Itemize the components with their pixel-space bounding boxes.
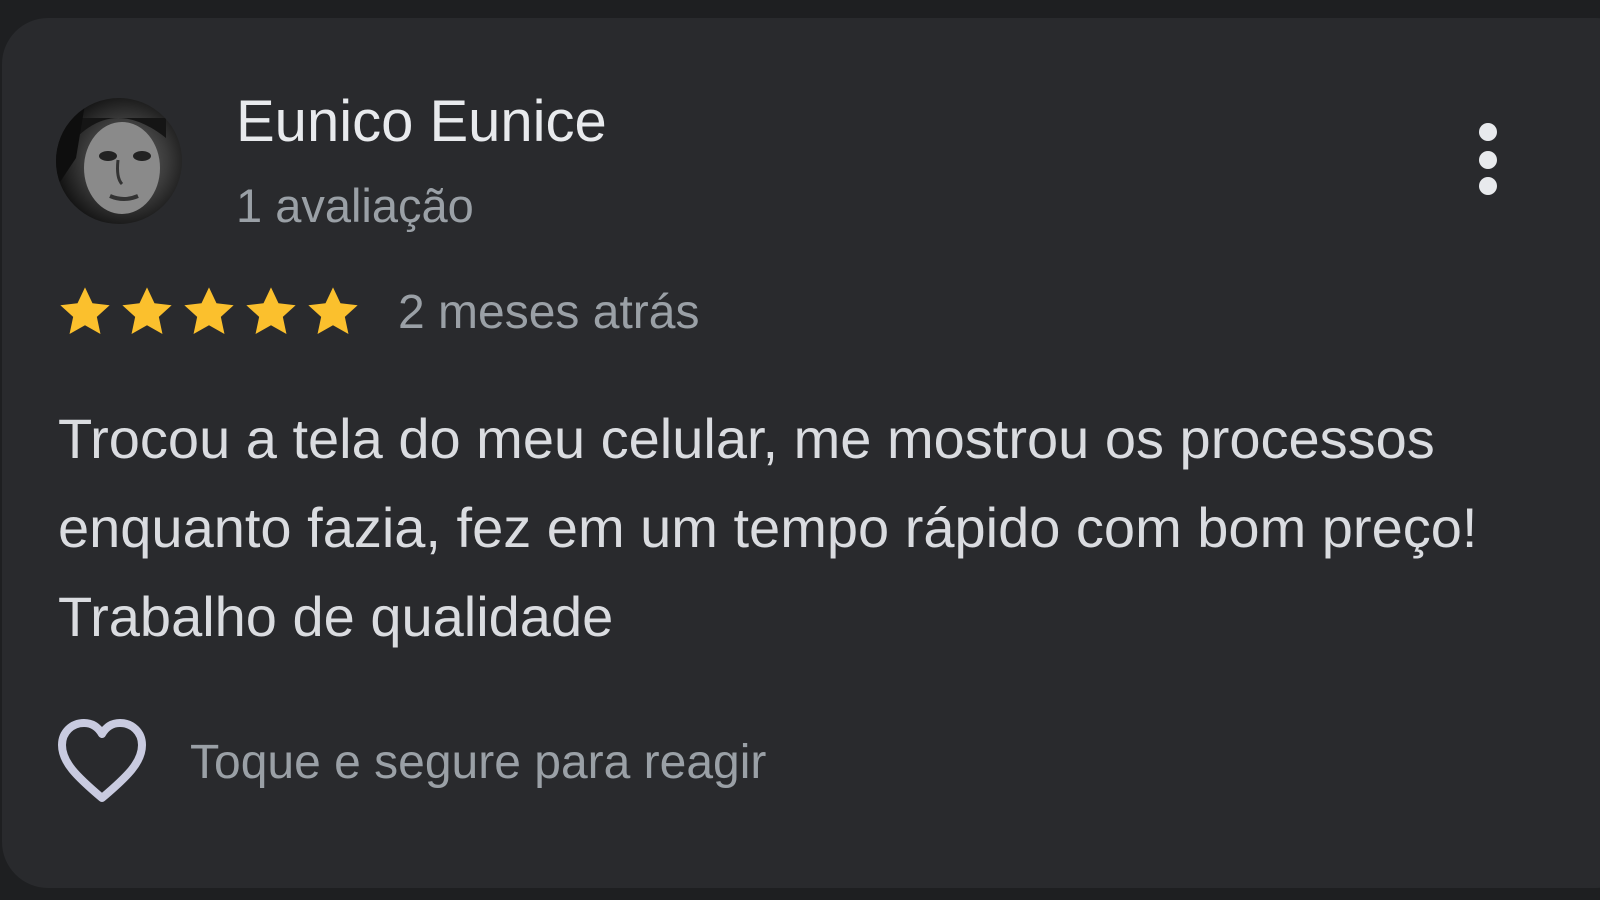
star-icon <box>60 287 110 334</box>
more-vertical-icon <box>1479 123 1497 195</box>
author-review-count: 1 avaliação <box>236 179 474 232</box>
more-options-button[interactable] <box>1460 114 1516 210</box>
react-button[interactable]: Toque e segure para reagir <box>56 718 766 806</box>
star-icon <box>122 287 172 334</box>
author-name[interactable]: Eunico Eunice <box>236 88 607 155</box>
review-date: 2 meses atrás <box>398 285 700 339</box>
rating-row: 2 meses atrás <box>56 280 699 344</box>
star-icon <box>308 287 358 334</box>
star-icon <box>246 287 296 334</box>
react-hint-label: Toque e segure para reagir <box>190 735 767 789</box>
star-icon <box>184 287 234 334</box>
review-card: Eunico Eunice 1 avaliação 2 meses atrás … <box>2 18 1600 888</box>
star-rating <box>56 283 362 341</box>
heart-icon <box>58 719 146 802</box>
avatar-photo-icon <box>56 98 166 214</box>
avatar[interactable] <box>56 98 182 224</box>
review-text: Trocou a tela do meu celular, me mostrou… <box>58 407 1478 648</box>
